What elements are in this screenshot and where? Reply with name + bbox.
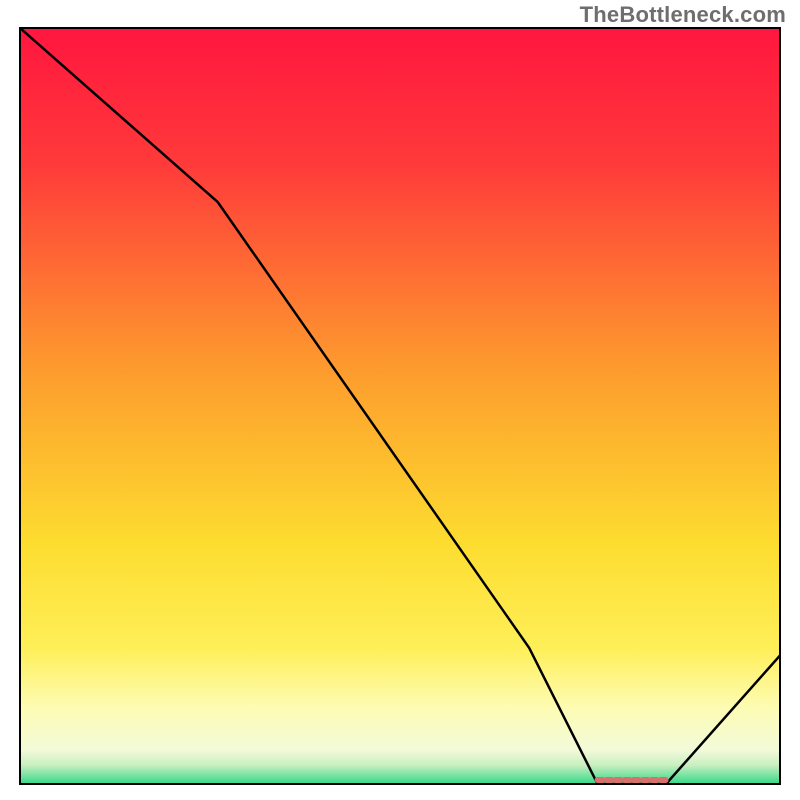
plot-area <box>20 28 780 784</box>
gradient-background <box>20 28 780 784</box>
bottleneck-chart <box>0 0 800 800</box>
